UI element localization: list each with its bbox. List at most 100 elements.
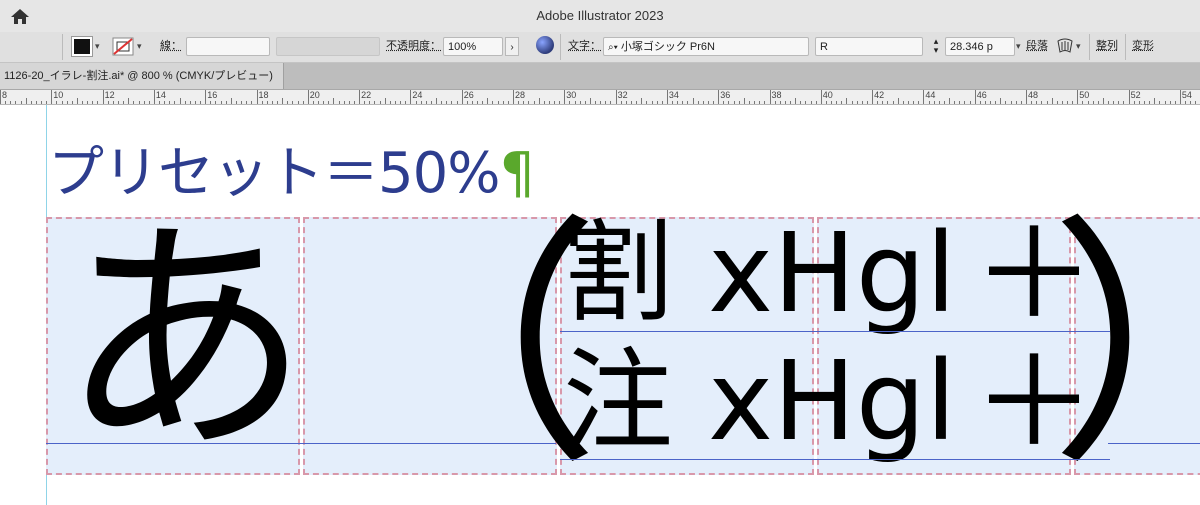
- warichu-line-2[interactable]: 注 xHgl: [563, 343, 956, 459]
- ruler-tick-mark: [164, 101, 166, 104]
- ruler-tick-mark: [554, 101, 556, 104]
- ruler-tick-mark: [225, 101, 227, 104]
- ruler-tick-mark: [369, 101, 371, 104]
- envelope-warp-icon[interactable]: [1056, 37, 1074, 56]
- ruler-tick-mark: [143, 101, 145, 104]
- ruler-tick-mark: [1077, 90, 1079, 104]
- ruler-tick-mark: [287, 101, 289, 104]
- ruler-tick-mark: [241, 101, 243, 104]
- ruler-tick-mark: [333, 98, 335, 104]
- ruler-tick-mark: [359, 90, 361, 104]
- ruler-tick-mark: [456, 101, 458, 104]
- ruler-tick-mark: [420, 101, 422, 104]
- ruler-tick-mark: [523, 101, 525, 104]
- ruler-tick-mark: [1190, 101, 1192, 104]
- ruler-tick-mark: [1036, 101, 1038, 104]
- ruler-tick-mark: [595, 101, 597, 104]
- ruler-tick-mark: [35, 101, 37, 104]
- ruler-tick-mark: [82, 101, 84, 104]
- ruler-tick-mark: [348, 101, 350, 104]
- chevron-down-icon[interactable]: ▾: [1016, 37, 1021, 56]
- document-tab-bar: 1126-20_イラレ-割注.ai* @ 800 % (CMYK/プレビュー): [0, 63, 1200, 90]
- ruler-tick-mark: [790, 101, 792, 104]
- ruler-tick-mark: [487, 98, 489, 104]
- stroke-label[interactable]: 線：: [160, 37, 182, 56]
- ruler-tick-mark: [892, 101, 894, 104]
- ruler-tick-mark: [1102, 98, 1104, 104]
- transform-label[interactable]: 変形: [1132, 37, 1154, 56]
- fill-color-swatch[interactable]: [71, 36, 93, 57]
- ruler-tick-mark: [564, 90, 566, 104]
- ruler-tick-mark: [861, 101, 863, 104]
- stroke-none-swatch[interactable]: [112, 37, 134, 56]
- artboard-canvas[interactable]: プリセット＝50%¶ あ （ 割 xHgl 注 xHgl ＋ ＋ ）: [0, 105, 1200, 505]
- ruler-tick-mark: [169, 101, 171, 104]
- ruler-tick-label: 20: [309, 90, 320, 100]
- ruler-tick-label: 48: [1028, 90, 1039, 100]
- chevron-right-icon[interactable]: ›: [505, 37, 519, 56]
- chevron-down-icon[interactable]: ▾: [1076, 37, 1081, 56]
- ruler-tick-mark: [1020, 101, 1022, 104]
- chevron-down-icon[interactable]: ▾: [137, 37, 142, 56]
- opacity-field[interactable]: 100%: [443, 37, 503, 56]
- ruler-tick-mark: [887, 101, 889, 104]
- ruler-tick-mark: [1169, 101, 1171, 104]
- ruler-tick-mark: [379, 101, 381, 104]
- chevron-down-icon[interactable]: ▾: [95, 37, 100, 56]
- ruler-tick-mark: [902, 101, 904, 104]
- ruler-tick-mark: [92, 101, 94, 104]
- close-paren[interactable]: ）: [1050, 197, 1200, 497]
- ruler-tick-label: 22: [361, 90, 372, 100]
- warichu-line-1[interactable]: 割 xHgl: [563, 215, 956, 331]
- font-size-field[interactable]: 28.346 p: [945, 37, 1015, 56]
- ruler-tick-mark: [938, 101, 940, 104]
- paragraph-label[interactable]: 段落: [1026, 37, 1048, 56]
- ruler-tick-mark: [836, 101, 838, 104]
- ruler-tick-mark: [1005, 101, 1007, 104]
- ruler-tick-mark: [5, 101, 7, 104]
- ruler-tick-mark: [1149, 101, 1151, 104]
- ruler-tick-mark: [389, 101, 391, 104]
- ruler-tick-mark: [1185, 101, 1187, 104]
- ruler-tick-mark: [87, 101, 89, 104]
- ruler-tick-mark: [384, 98, 386, 104]
- font-family-select[interactable]: ⌕▾ 小塚ゴシック Pr6N: [603, 37, 809, 56]
- document-tab[interactable]: 1126-20_イラレ-割注.ai* @ 800 % (CMYK/プレビュー): [0, 63, 284, 89]
- ruler-tick-mark: [184, 101, 186, 104]
- character-label[interactable]: 文字：: [568, 37, 601, 56]
- ruler-tick-mark: [25, 98, 27, 104]
- font-size-stepper[interactable]: ▴ ▾: [929, 37, 943, 56]
- ruler-tick-label: 46: [976, 90, 987, 100]
- ruler-tick-mark: [415, 101, 417, 104]
- divider: [62, 34, 63, 60]
- ruler-tick-label: 52: [1130, 90, 1141, 100]
- opacity-label[interactable]: 不透明度：: [386, 37, 441, 56]
- ruler-tick-mark: [995, 101, 997, 104]
- open-paren[interactable]: （: [340, 197, 600, 497]
- glyph-a[interactable]: あ: [60, 191, 310, 491]
- ruler-tick-mark: [159, 101, 161, 104]
- ruler-tick-mark: [30, 101, 32, 104]
- ruler-tick-mark: [723, 101, 725, 104]
- ruler-tick-mark: [713, 101, 715, 104]
- ruler-tick-mark: [513, 90, 514, 104]
- ruler-tick-mark: [538, 98, 540, 104]
- ruler-tick-mark: [687, 101, 689, 104]
- align-label[interactable]: 整列: [1096, 37, 1118, 56]
- ruler-tick-mark: [615, 90, 617, 104]
- horizontal-ruler[interactable]: 8 10 12 14 16 18 20 22 24 26 28 30 32 34 36 38 40 42 44 46 4…: [0, 90, 1200, 105]
- ruler-tick-mark: [559, 101, 561, 104]
- recolor-artwork-icon[interactable]: [536, 36, 554, 54]
- stroke-weight-field[interactable]: [186, 37, 270, 56]
- ruler-tick-mark: [743, 98, 745, 104]
- ruler-tick-mark: [856, 101, 858, 104]
- ruler-tick-mark: [271, 101, 273, 104]
- font-style-select[interactable]: R: [815, 37, 923, 56]
- ruler-tick-mark: [297, 101, 299, 104]
- ruler-tick-mark: [343, 101, 345, 104]
- ruler-tick-mark: [97, 101, 99, 104]
- ruler-tick-mark: [759, 101, 761, 104]
- ruler-tick-mark: [954, 101, 956, 104]
- ruler-tick-mark: [282, 98, 284, 104]
- ruler-tick-mark: [984, 101, 986, 104]
